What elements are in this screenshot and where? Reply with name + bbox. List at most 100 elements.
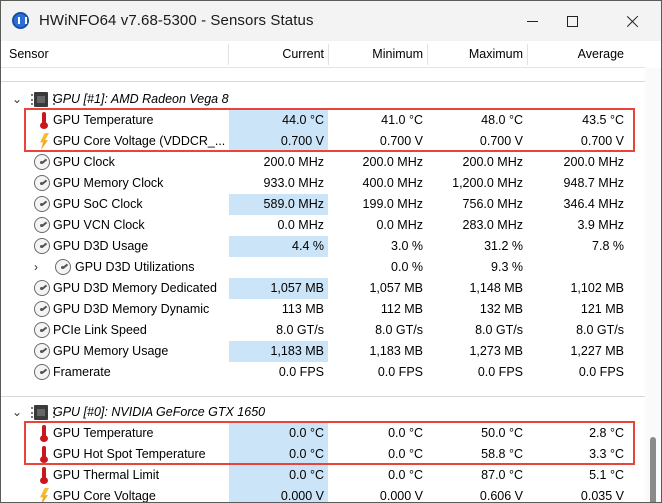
- group-header-amd-radeon[interactable]: ⌄ GPU [#1]: AMD Radeon Vega 8: [1, 89, 645, 110]
- close-button[interactable]: [609, 1, 655, 41]
- sensor-row[interactable]: GPU Core Voltage 0.000 V 0.000 V 0.606 V 0.0…: [1, 486, 645, 503]
- column-header-maximum[interactable]: Maximum: [427, 41, 523, 68]
- current-value: 0.0 FPS: [278, 365, 324, 379]
- group-name: GPU [#1]: AMD Radeon Vega 8: [53, 92, 229, 106]
- gauge-icon: [34, 154, 50, 170]
- sensor-row[interactable]: PCIe Link Speed 8.0 GT/s 8.0 GT/s 8.0 GT/s 8…: [1, 320, 645, 341]
- sensor-label: GPU D3D Memory Dynamic: [53, 302, 210, 316]
- hwinfo-app-icon: [12, 12, 29, 29]
- average-value: 1,227 MB: [570, 344, 624, 358]
- gauge-icon: [55, 259, 71, 275]
- sensor-row[interactable]: GPU D3D Memory Dynamic 113 MB 112 MB 132 MB…: [1, 299, 645, 320]
- column-header-current[interactable]: Current: [229, 41, 324, 68]
- average-value: 121 MB: [580, 302, 624, 316]
- sensor-row[interactable]: GPU Thermal Limit 0.0 °C 0.0 °C 87.0 °C 5.1 …: [1, 465, 645, 486]
- maximum-value: 132 MB: [479, 302, 523, 316]
- maximum-value: 0.0 FPS: [477, 365, 523, 379]
- current-value: 4.4 %: [229, 236, 328, 257]
- sensor-label: GPU Core Voltage: [53, 489, 156, 503]
- minimum-value: 0.0 %: [391, 260, 423, 274]
- sensor-row[interactable]: GPU D3D Usage 4.4 % 3.0 % 31.2 % 7.8 %: [1, 236, 645, 257]
- scrollbar-header-spacer: [645, 41, 661, 68]
- sensor-row[interactable]: Framerate 0.0 FPS 0.0 FPS 0.0 FPS 0.0 FPS: [1, 362, 645, 383]
- gpu-chip-icon: [31, 92, 55, 107]
- minimum-value: 0.000 V: [379, 489, 423, 503]
- sensor-row-expandable[interactable]: › GPU D3D Utilizations 0.0 % 9.3 %: [1, 257, 645, 278]
- chevron-down-icon[interactable]: ⌄: [12, 402, 22, 423]
- group-name: GPU [#0]: NVIDIA GeForce GTX 1650: [53, 405, 266, 419]
- minimum-value: 0.0 °C: [388, 468, 423, 482]
- current-value: 589.0 MHz: [229, 194, 328, 215]
- average-value: 8.0 GT/s: [576, 323, 624, 337]
- minimum-value: 199.0 MHz: [362, 197, 423, 211]
- maximum-value: 9.3 %: [491, 260, 523, 274]
- sensor-row[interactable]: GPU SoC Clock 589.0 MHz 199.0 MHz 756.0 MHz…: [1, 194, 645, 215]
- average-value: 3.9 MHz: [577, 218, 624, 232]
- sensor-label: GPU Thermal Limit: [53, 468, 160, 482]
- sensor-label: Framerate: [53, 365, 111, 379]
- vertical-scrollbar[interactable]: [645, 41, 661, 502]
- maximum-value: 1,148 MB: [469, 281, 523, 295]
- gauge-icon: [34, 343, 50, 359]
- maximize-icon: [566, 15, 578, 27]
- window-title: HWiNFO64 v7.68-5300 - Sensors Status: [39, 12, 314, 29]
- gauge-icon: [34, 301, 50, 317]
- sensor-row[interactable]: GPU Memory Usage 1,183 MB 1,183 MB 1,273 MB…: [1, 341, 645, 362]
- maximum-value: 8.0 GT/s: [475, 323, 523, 337]
- minimum-value: 0.0 FPS: [377, 365, 423, 379]
- sensor-list[interactable]: ⌄ GPU [#1]: AMD Radeon Vega 8 GPU Temper…: [1, 68, 645, 503]
- minimum-value: 200.0 MHz: [362, 155, 423, 169]
- minimum-value: 112 MB: [380, 302, 423, 316]
- current-value: 200.0 MHz: [263, 155, 324, 169]
- sensor-row[interactable]: GPU Clock 200.0 MHz 200.0 MHz 200.0 MHz 200.…: [1, 152, 645, 173]
- average-value: 346.4 MHz: [563, 197, 624, 211]
- maximum-value: 1,200.0 MHz: [452, 176, 523, 190]
- sensor-label: GPU VCN Clock: [53, 218, 145, 232]
- minimum-value: 1,183 MB: [369, 344, 423, 358]
- minimum-value: 0.0 MHz: [376, 218, 423, 232]
- maximum-value: 283.0 MHz: [462, 218, 523, 232]
- group-spacer: [1, 383, 645, 404]
- title-bar[interactable]: HWiNFO64 v7.68-5300 - Sensors Status: [1, 1, 661, 41]
- gauge-icon: [34, 280, 50, 296]
- sensor-label: GPU Clock: [53, 155, 115, 169]
- group-divider: [1, 396, 645, 397]
- gauge-icon: [34, 238, 50, 254]
- sensor-row[interactable]: GPU VCN Clock 0.0 MHz 0.0 MHz 283.0 MHz 3.9 …: [1, 215, 645, 236]
- sensor-label: PCIe Link Speed: [53, 323, 147, 337]
- gauge-icon: [34, 217, 50, 233]
- average-value: 7.8 %: [592, 239, 624, 253]
- maximum-value: 0.606 V: [479, 489, 523, 503]
- column-header-minimum[interactable]: Minimum: [328, 41, 423, 68]
- maximum-value: 200.0 MHz: [462, 155, 523, 169]
- maximum-value: 87.0 °C: [481, 468, 523, 482]
- group-spacer: [1, 68, 645, 89]
- maximum-value: 31.2 %: [484, 239, 523, 253]
- gauge-icon: [34, 175, 50, 191]
- sensor-row[interactable]: GPU Memory Clock 933.0 MHz 400.0 MHz 1,200.…: [1, 173, 645, 194]
- column-header-average[interactable]: Average: [527, 41, 624, 68]
- chevron-down-icon[interactable]: ⌄: [12, 89, 22, 110]
- gpu-chip-icon: [31, 405, 55, 420]
- average-value: 200.0 MHz: [563, 155, 624, 169]
- current-value: 1,057 MB: [229, 278, 328, 299]
- maximize-button[interactable]: [549, 1, 595, 41]
- group-divider: [1, 81, 645, 82]
- current-value: 0.0 MHz: [277, 218, 324, 232]
- group-header-nvidia-geforce[interactable]: ⌄ GPU [#0]: NVIDIA GeForce GTX 1650: [1, 402, 645, 423]
- sensor-label: GPU Memory Usage: [53, 344, 169, 358]
- sensor-label: GPU SoC Clock: [53, 197, 143, 211]
- average-value: 0.035 V: [580, 489, 624, 503]
- current-value: 933.0 MHz: [263, 176, 324, 190]
- gauge-icon: [34, 196, 50, 212]
- scrollbar-thumb[interactable]: [650, 437, 656, 502]
- maximum-value: 756.0 MHz: [462, 197, 523, 211]
- current-value: 113 MB: [281, 302, 324, 316]
- sensors-window: HWiNFO64 v7.68-5300 - Sensors Status Sen…: [0, 0, 662, 503]
- gauge-icon: [34, 364, 50, 380]
- column-header-sensor[interactable]: Sensor: [9, 41, 49, 68]
- sensor-row[interactable]: GPU D3D Memory Dedicated 1,057 MB 1,057 MB…: [1, 278, 645, 299]
- gauge-icon: [34, 322, 50, 338]
- column-header: Sensor Current Minimum Maximum Average: [1, 41, 645, 68]
- chevron-right-icon[interactable]: ›: [34, 257, 38, 278]
